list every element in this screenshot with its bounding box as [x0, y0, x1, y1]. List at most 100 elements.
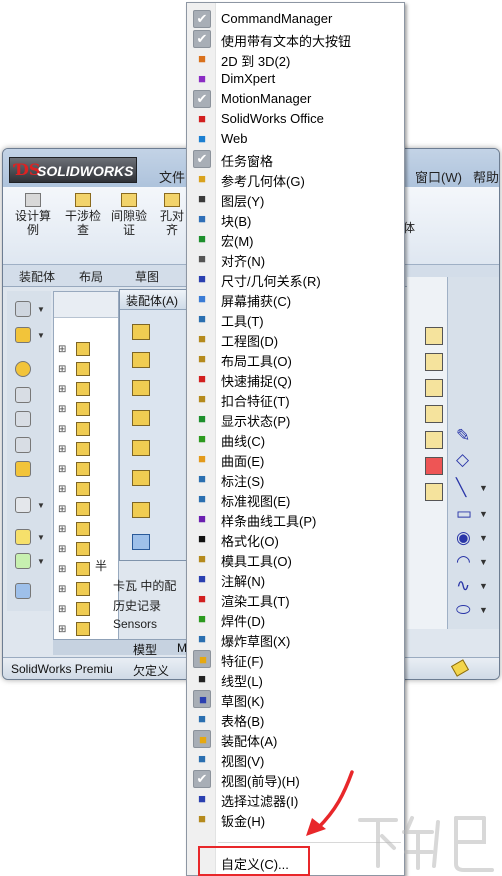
menu-item-7[interactable]: ■ Web: [187, 129, 404, 149]
tab-sketch[interactable]: 草图: [135, 268, 159, 285]
tool-icon-1[interactable]: [15, 301, 31, 317]
expand-icon[interactable]: ⊞: [58, 364, 66, 375]
tool-icon-8[interactable]: [15, 497, 31, 513]
menu-item-1[interactable]: ✔ CommandManager: [187, 9, 404, 29]
expand-icon[interactable]: ⊞: [58, 564, 66, 575]
menu-item-40[interactable]: ■ 选择过滤器(I): [187, 789, 404, 809]
tab-model[interactable]: 模型: [133, 641, 157, 658]
clearance-verification-button[interactable]: 间隙验证: [109, 193, 149, 237]
circle-icon[interactable]: ◉: [456, 529, 471, 547]
tab-assembly[interactable]: 装配体: [19, 268, 55, 285]
expand-icon[interactable]: ⊞: [58, 404, 66, 415]
expand-icon[interactable]: ⊞: [58, 524, 66, 535]
menu-window[interactable]: 窗口(W): [415, 167, 462, 186]
customize-menu-item[interactable]: 自定义(C)...: [198, 846, 310, 876]
chevron-down-icon[interactable]: ▼: [479, 581, 488, 591]
tree-item-half[interactable]: 半: [95, 557, 107, 574]
sketch-icon[interactable]: [132, 534, 150, 550]
tool-icon-10[interactable]: [15, 553, 31, 569]
expand-icon[interactable]: ⊞: [58, 444, 66, 455]
menu-item-23[interactable]: ■ 曲面(E): [187, 449, 404, 469]
menu-item-3[interactable]: ■ 2D 到 3D(2): [187, 49, 404, 69]
tree-item-mates[interactable]: 卡瓦 中的配: [113, 577, 189, 594]
tool-icon-9[interactable]: [15, 529, 31, 545]
menu-item-13[interactable]: ■ 对齐(N): [187, 249, 404, 269]
menu-item-6[interactable]: ■ SolidWorks Office: [187, 109, 404, 129]
menu-item-12[interactable]: ■ 宏(M): [187, 229, 404, 249]
menu-item-29[interactable]: ■ 注解(N): [187, 569, 404, 589]
tool-icon-6[interactable]: [15, 437, 31, 453]
folder-icon[interactable]: [425, 405, 443, 423]
expand-icon[interactable]: ⊞: [58, 544, 66, 555]
interference-check-button[interactable]: 干涉检查: [63, 193, 103, 237]
menu-item-11[interactable]: ■ 块(B): [187, 209, 404, 229]
menu-item-39[interactable]: ✔ 视图(前导)(H): [187, 769, 404, 789]
menu-item-37[interactable]: ■ 装配体(A): [187, 729, 404, 749]
tool-icon-4[interactable]: [15, 387, 31, 403]
notes-icon[interactable]: [425, 483, 443, 501]
menu-item-25[interactable]: ■ 标准视图(E): [187, 489, 404, 509]
menu-item-16[interactable]: ■ 工具(T): [187, 309, 404, 329]
graphics-area[interactable]: [407, 277, 447, 629]
tool-icon-11[interactable]: [15, 583, 31, 599]
expand-icon[interactable]: ⊞: [58, 344, 66, 355]
assembly-features-icon[interactable]: [132, 440, 150, 456]
menu-item-17[interactable]: ■ 工程图(D): [187, 329, 404, 349]
menu-file[interactable]: 文件: [159, 167, 185, 186]
expand-icon[interactable]: ⊞: [58, 584, 66, 595]
menu-item-34[interactable]: ■ 线型(L): [187, 669, 404, 689]
arc-icon[interactable]: ◠: [456, 553, 471, 571]
menu-item-27[interactable]: ■ 格式化(O): [187, 529, 404, 549]
chevron-down-icon[interactable]: ▼: [37, 305, 45, 314]
expand-icon[interactable]: ⊞: [58, 464, 66, 475]
tree-item-sensors[interactable]: Sensors: [113, 617, 189, 631]
move-component-icon[interactable]: [132, 380, 150, 396]
chevron-down-icon[interactable]: ▼: [479, 605, 488, 615]
menu-item-26[interactable]: ■ 样条曲线工具(P): [187, 509, 404, 529]
menu-item-33[interactable]: ■ 特征(F): [187, 649, 404, 669]
line-icon[interactable]: ╲: [456, 479, 466, 497]
menu-item-32[interactable]: ■ 爆炸草图(X): [187, 629, 404, 649]
menu-item-18[interactable]: ■ 布局工具(O): [187, 349, 404, 369]
menu-item-5[interactable]: ✔ MotionManager: [187, 89, 404, 109]
tab-layout[interactable]: 布局: [79, 268, 103, 285]
list-icon[interactable]: [425, 431, 443, 449]
spline-icon[interactable]: ∿: [456, 577, 470, 595]
menu-item-31[interactable]: ■ 焊件(D): [187, 609, 404, 629]
menu-item-4[interactable]: ■ DimXpert: [187, 69, 404, 89]
menu-item-22[interactable]: ■ 曲线(C): [187, 429, 404, 449]
tool-icon-3[interactable]: [15, 361, 31, 377]
menu-help[interactable]: 帮助: [473, 167, 499, 186]
pencil-icon[interactable]: ✎: [456, 427, 470, 445]
expand-icon[interactable]: ⊞: [58, 384, 66, 395]
chevron-down-icon[interactable]: ▼: [479, 509, 488, 519]
menu-item-15[interactable]: ■ 屏幕捕获(C): [187, 289, 404, 309]
expand-icon[interactable]: ⊞: [58, 484, 66, 495]
menu-item-2[interactable]: ✔ 使用带有文本的大按钮: [187, 29, 404, 49]
hole-alignment-button[interactable]: 孔对齐: [155, 193, 189, 237]
expand-icon[interactable]: ⊞: [58, 424, 66, 435]
chevron-down-icon[interactable]: ▼: [37, 557, 45, 566]
menu-item-14[interactable]: ■ 尺寸/几何关系(R): [187, 269, 404, 289]
menu-item-10[interactable]: ■ 图层(Y): [187, 189, 404, 209]
chevron-down-icon[interactable]: ▼: [479, 483, 488, 493]
home-icon[interactable]: [425, 353, 443, 371]
appearance-icon[interactable]: [425, 457, 443, 475]
menu-item-21[interactable]: ■ 显示状态(P): [187, 409, 404, 429]
expand-icon[interactable]: ⊞: [58, 604, 66, 615]
menu-item-36[interactable]: ■ 表格(B): [187, 709, 404, 729]
mate-icon[interactable]: [132, 352, 150, 368]
menu-item-20[interactable]: ■ 扣合特征(T): [187, 389, 404, 409]
smart-dimension-icon[interactable]: ◇: [456, 451, 469, 469]
menu-item-28[interactable]: ■ 模具工具(O): [187, 549, 404, 569]
tree-item-history[interactable]: 历史记录: [113, 597, 161, 614]
chevron-down-icon[interactable]: ▼: [37, 501, 45, 510]
chevron-down-icon[interactable]: ▼: [37, 533, 45, 542]
menu-item-9[interactable]: ■ 参考几何体(G): [187, 169, 404, 189]
tool-icon-7[interactable]: [15, 461, 31, 477]
design-study-button[interactable]: 设计算例: [11, 193, 55, 237]
menu-item-8[interactable]: ✔ 任务窗格: [187, 149, 404, 169]
insert-component-icon[interactable]: [132, 324, 150, 340]
rectangle-icon[interactable]: ▭: [456, 505, 472, 523]
menu-item-35[interactable]: ■ 草图(K): [187, 689, 404, 709]
